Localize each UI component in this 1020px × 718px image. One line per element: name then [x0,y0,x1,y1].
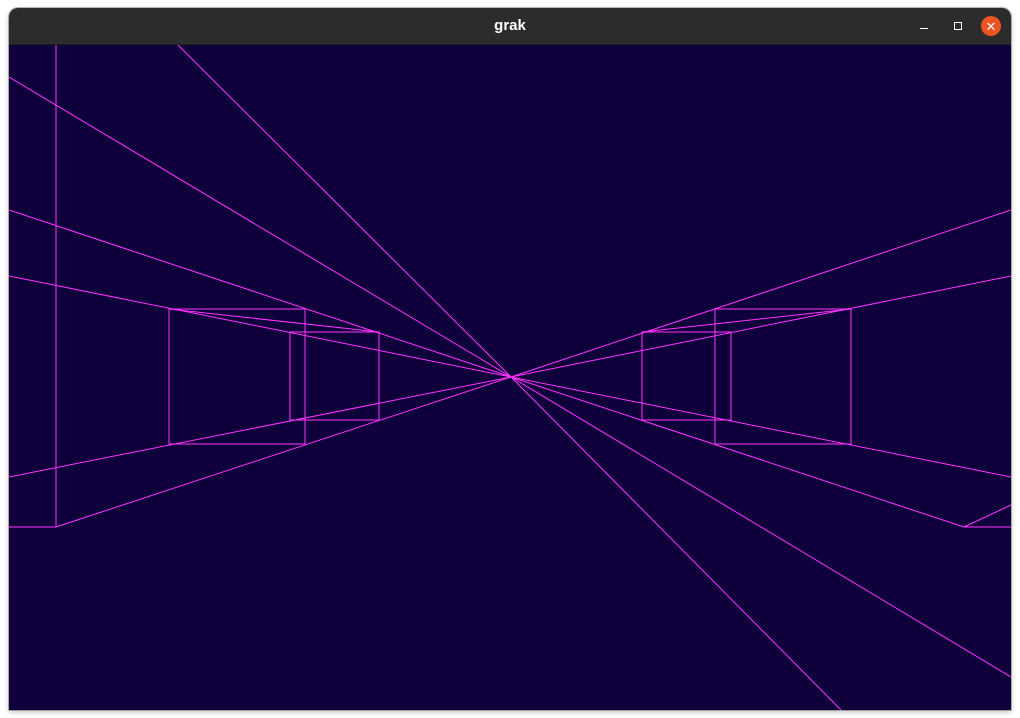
right-doorway-far [641,331,732,421]
left-doorway-far [289,331,380,421]
maximize-icon [954,22,962,30]
right-doorway-link-top [641,308,852,333]
ray-bottom-right-1 [510,376,1011,478]
ray-bottom-right-4 [510,376,842,710]
ray-top-left-1 [177,45,512,378]
window-title: grak [494,17,526,34]
ray-bottom-right-2 [510,376,965,528]
right-doorway-near [714,308,852,445]
title-bar[interactable]: grak ✕ [9,8,1011,45]
ray-top-left-2 [9,76,512,378]
ray-bottom-right-3 [510,376,1011,678]
left-doorway-link-top [168,308,380,333]
close-button[interactable]: ✕ [981,16,1001,36]
minimize-button[interactable] [914,16,934,36]
ray-top-left-4 [9,275,512,378]
maximize-button[interactable] [948,16,968,36]
close-icon: ✕ [985,20,997,35]
left-doorway-near [168,308,306,445]
wireframe-scene [9,45,1011,710]
ray-top-right-1 [510,209,1011,378]
minimize-icon [920,28,928,29]
app-window: grak ✕ [9,8,1011,710]
ray-bottom-left-2 [55,376,512,528]
right-wall-diagonal [963,504,1011,528]
ray-bottom-left-1 [9,376,512,478]
ray-top-right-2 [510,275,1011,378]
ray-top-left-3 [9,209,512,378]
game-viewport[interactable] [9,45,1011,710]
